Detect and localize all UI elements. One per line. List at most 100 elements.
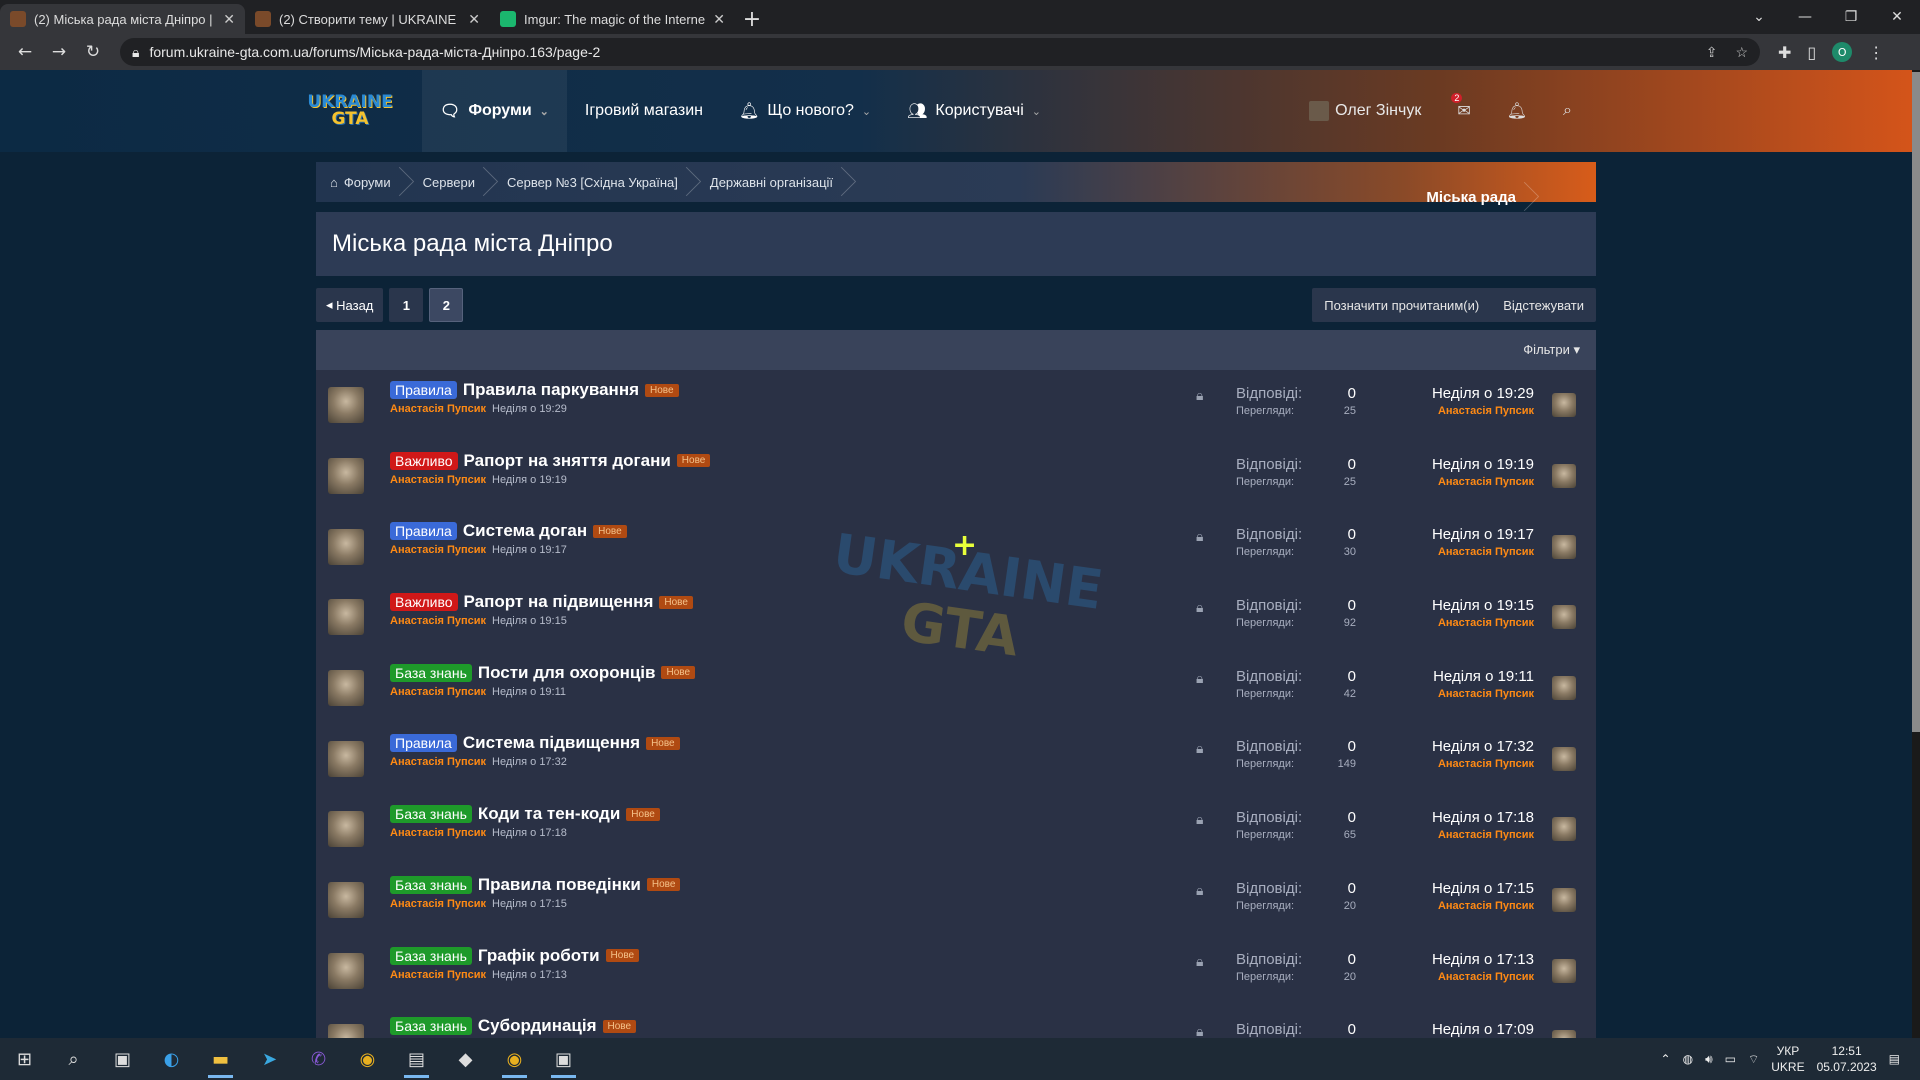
chevron-down-icon[interactable]: ⌄ <box>862 105 871 118</box>
thread-start-date[interactable]: Неділя о 19:15 <box>492 615 567 627</box>
chevron-down-icon[interactable]: ⌄ <box>540 105 549 118</box>
inbox-icon[interactable]: 2 ✉ <box>1451 93 1471 121</box>
wifi-icon[interactable]: ⌔ <box>1748 1052 1759 1067</box>
thread-author[interactable]: Анастасія Пупсик <box>390 898 486 910</box>
thread-row[interactable]: Правила Система підвищення Нове Анастасія П… <box>316 723 1596 794</box>
mark-read-button[interactable]: Позначити прочитаним(и) <box>1312 288 1491 322</box>
watch-button[interactable]: Відстежувати <box>1491 288 1596 322</box>
author-avatar[interactable] <box>328 387 364 424</box>
thread-author[interactable]: Анастасія Пупсик <box>390 827 486 839</box>
thread-author[interactable]: Анастасія Пупсик <box>390 969 486 981</box>
author-avatar[interactable] <box>328 670 364 707</box>
thread-prefix-label[interactable]: Правила <box>390 522 457 541</box>
show-hidden-icons-icon[interactable]: ⌃ <box>1661 1052 1671 1066</box>
last-poster-avatar[interactable] <box>1552 1029 1576 1038</box>
restore-icon[interactable]: ❐ <box>1828 0 1874 34</box>
thread-title[interactable]: Пости для охоронців <box>478 663 656 683</box>
extensions-icon[interactable]: ✚ <box>1778 43 1791 62</box>
author-avatar[interactable] <box>328 740 364 777</box>
last-post-date[interactable]: Неділя о 17:15 <box>1432 880 1534 897</box>
thread-prefix-label[interactable]: База знань <box>390 946 472 965</box>
profile-avatar[interactable]: O <box>1832 42 1853 62</box>
thread-prefix-label[interactable]: Правила <box>390 381 457 399</box>
author-avatar[interactable] <box>328 528 364 565</box>
alerts-bell-icon[interactable]: 🔔︎ <box>1507 101 1527 121</box>
author-avatar[interactable] <box>328 882 364 919</box>
windows-start-icon[interactable]: ⊞ <box>0 1038 49 1080</box>
page-2-button[interactable]: 2 <box>429 288 464 322</box>
thread-start-date[interactable]: Неділя о 17:18 <box>492 827 567 839</box>
thread-title[interactable]: Рапорт на підвищення <box>464 592 654 612</box>
new-tab-icon[interactable]: + <box>735 4 769 34</box>
file-explorer-icon[interactable]: ▬ <box>196 1038 245 1080</box>
last-poster-avatar[interactable] <box>1552 817 1576 842</box>
last-post-date[interactable]: Неділя о 17:18 <box>1432 809 1534 826</box>
reload-icon[interactable]: ↻ <box>76 37 110 67</box>
thread-start-date[interactable]: Неділя о 17:32 <box>492 756 567 768</box>
nav-users[interactable]: 👥︎ Користувачі ⌄ <box>889 70 1059 152</box>
forward-arrow-icon[interactable]: → <box>42 37 76 67</box>
app-icon[interactable]: ▣ <box>539 1038 588 1080</box>
last-post-date[interactable]: Неділя о 19:19 <box>1432 456 1534 473</box>
tab-search-icon[interactable]: ⌄ <box>1736 0 1782 34</box>
task-view-icon[interactable]: ▣ <box>98 1038 147 1080</box>
minimize-icon[interactable]: — <box>1782 0 1828 34</box>
notifications-icon[interactable]: ▤ <box>1889 1052 1900 1066</box>
network-icon[interactable]: ◍ <box>1683 1052 1693 1066</box>
nav-whats-new[interactable]: 🔔︎ Що нового? ⌄ <box>721 70 889 152</box>
thread-prefix-label[interactable]: Важливо <box>390 451 458 470</box>
last-poster-avatar[interactable] <box>1552 534 1576 559</box>
close-tab-icon[interactable]: ✕ <box>468 11 480 28</box>
breadcrumb-city-council[interactable]: Міська рада <box>1412 177 1534 217</box>
last-post-user[interactable]: Анастасія Пупсик <box>1432 405 1534 417</box>
last-post-user[interactable]: Анастасія Пупсик <box>1432 476 1534 488</box>
last-poster-avatar[interactable] <box>1552 676 1576 701</box>
filters-button[interactable]: Фільтри ▾ <box>1523 342 1580 358</box>
breadcrumb-server3[interactable]: Сервер №3 [Східна Україна] <box>493 162 696 202</box>
thread-prefix-label[interactable]: База знань <box>390 663 472 682</box>
thread-row[interactable]: База знань Графік роботи Нове Анастасія Пуп… <box>316 936 1596 1007</box>
thread-author[interactable]: Анастасія Пупсик <box>390 403 486 415</box>
last-post-date[interactable]: Неділя о 19:15 <box>1432 597 1534 614</box>
author-avatar[interactable] <box>328 952 364 989</box>
thread-author[interactable]: Анастасія Пупсик <box>390 756 486 768</box>
game-icon[interactable]: ◆ <box>441 1038 490 1080</box>
chevron-down-icon[interactable]: ⌄ <box>1032 105 1041 118</box>
last-post-user[interactable]: Анастасія Пупсик <box>1432 546 1534 558</box>
address-bar[interactable]: 🔒︎ forum.ukraine-gta.com.ua/forums/Міськ… <box>120 38 1760 66</box>
thread-prefix-label[interactable]: База знань <box>390 805 472 824</box>
thread-row[interactable]: Важливо Рапорт на зняття догани Нове Анаста… <box>316 441 1596 512</box>
thread-start-date[interactable]: Неділя о 19:11 <box>492 686 566 698</box>
thread-title[interactable]: Правила паркування <box>463 380 639 400</box>
last-post-date[interactable]: Неділя о 19:29 <box>1432 385 1534 402</box>
thread-author[interactable]: Анастасія Пупсик <box>390 615 486 627</box>
close-window-icon[interactable]: ✕ <box>1874 0 1920 34</box>
user-menu[interactable]: Олег Зінчук <box>1309 101 1421 121</box>
breadcrumb-servers[interactable]: Сервери <box>409 162 493 202</box>
thread-title[interactable]: Правила поведінки <box>478 875 641 895</box>
last-post-date[interactable]: Неділя о 17:32 <box>1432 738 1534 755</box>
last-poster-avatar[interactable] <box>1552 605 1576 630</box>
author-avatar[interactable] <box>328 811 364 848</box>
last-post-user[interactable]: Анастасія Пупсик <box>1432 758 1534 770</box>
thread-prefix-label[interactable]: Правила <box>390 734 457 753</box>
last-post-user[interactable]: Анастасія Пупсик <box>1433 688 1534 700</box>
author-avatar[interactable] <box>328 458 364 495</box>
clock[interactable]: 12:51 05.07.2023 <box>1817 1043 1877 1075</box>
prev-page-button[interactable]: ◂ Назад <box>316 288 384 322</box>
author-avatar[interactable] <box>328 1023 364 1038</box>
breadcrumb-state-orgs[interactable]: Державні організації <box>696 162 851 202</box>
last-post-date[interactable]: Неділя о 19:11 <box>1433 668 1534 685</box>
last-post-date[interactable]: Неділя о 19:17 <box>1432 526 1534 543</box>
author-avatar[interactable] <box>328 599 364 636</box>
thread-row[interactable]: База знань Субординація Нове 🔒︎ Відповіді:0П… <box>316 1006 1596 1038</box>
browser-tab[interactable]: (2) Міська рада міста Дніпро | С ✕ <box>0 4 245 34</box>
thread-prefix-label[interactable]: База знань <box>390 875 472 894</box>
chrome-active-icon[interactable]: ◉ <box>490 1038 539 1080</box>
thread-start-date[interactable]: Неділя о 17:15 <box>492 898 567 910</box>
last-poster-avatar[interactable] <box>1552 464 1576 489</box>
thread-title[interactable]: Рапорт на зняття догани <box>464 451 671 471</box>
thread-title[interactable]: Система доган <box>463 521 587 541</box>
close-tab-icon[interactable]: ✕ <box>223 11 235 28</box>
breadcrumb-forums[interactable]: ⌂ Форуми <box>316 162 409 202</box>
